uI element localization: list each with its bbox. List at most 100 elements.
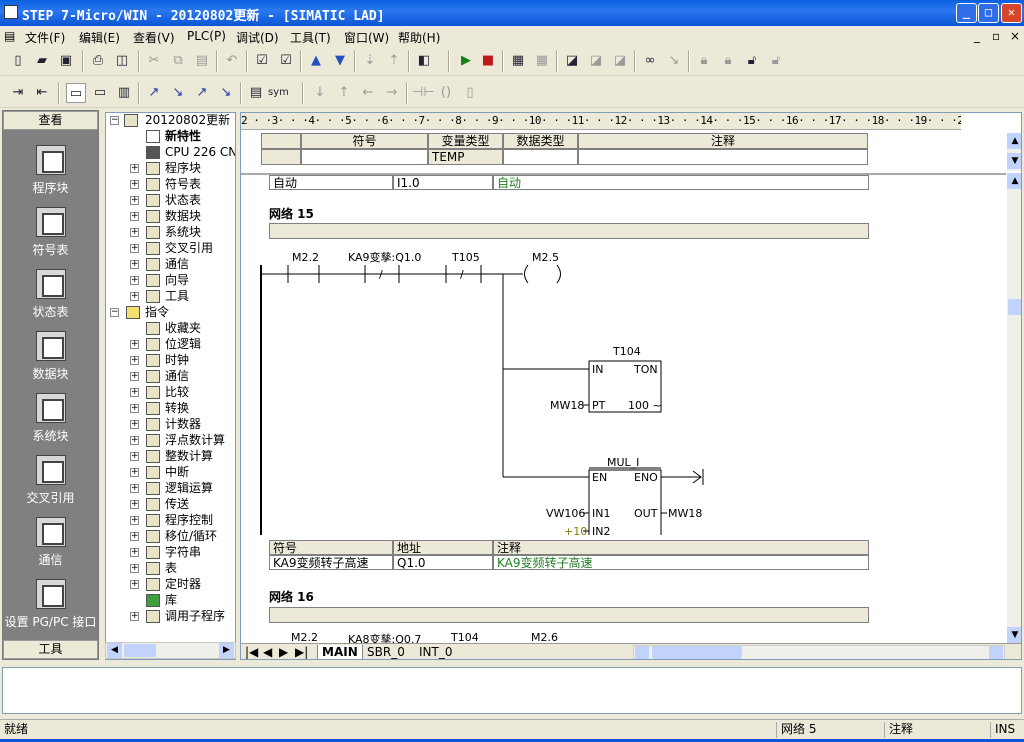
run-icon[interactable]: ▶ (456, 51, 476, 71)
network-15-title[interactable]: 网络 15 (269, 205, 314, 222)
scroll-right-icon[interactable]: ▶ (219, 643, 234, 658)
delete-network-icon[interactable]: ⇤ (32, 83, 52, 103)
nav-system-block[interactable]: 系统块 (3, 393, 98, 455)
symbol-table-icon[interactable]: ▤ (246, 83, 266, 103)
new-icon[interactable]: ▯ (8, 51, 28, 71)
right-line-icon[interactable]: ↘ (216, 83, 236, 103)
stop-icon[interactable]: ■ (478, 51, 498, 71)
pou-comment-icon[interactable]: ▭ (66, 83, 86, 103)
app-icon[interactable] (4, 5, 18, 19)
nav-footer-tools[interactable]: 工具 (3, 640, 98, 659)
minimize-button[interactable]: _ (956, 3, 977, 23)
close-button[interactable]: ✕ (1001, 3, 1022, 23)
box-icon[interactable]: ▯ (460, 83, 480, 103)
chart-status-icon[interactable]: ◪ (562, 51, 582, 71)
options-icon[interactable]: ◧ (414, 51, 434, 71)
scroll-left-icon[interactable]: ◀ (107, 643, 122, 658)
scroll-up-icon[interactable]: ▲ (1007, 173, 1021, 189)
nav-data-block[interactable]: 数据块 (3, 331, 98, 393)
nav-program-block[interactable]: 程序块 (3, 145, 98, 207)
menu-file[interactable]: 文件(F) (25, 29, 65, 46)
print-icon[interactable]: ⎙ (88, 51, 108, 71)
var-cell-comment[interactable] (578, 149, 868, 165)
prev-tab-icon[interactable]: ◀ (259, 645, 276, 659)
mul-in2-operand[interactable]: +10 (564, 525, 587, 535)
scroll-thumb[interactable] (124, 644, 156, 657)
mul-out-operand[interactable]: MW18 (668, 507, 702, 520)
open-icon[interactable]: ▰ (32, 51, 52, 71)
mdi-close-button[interactable]: × (1010, 29, 1020, 43)
var-col-comment[interactable]: 注释 (578, 133, 868, 149)
line-down-icon[interactable]: ↓ (310, 83, 330, 103)
sym-icon[interactable]: sym (268, 83, 289, 103)
nav-communication[interactable]: 通信 (3, 517, 98, 579)
var-table-scrollbar[interactable]: ▲ ▼ (1007, 133, 1021, 171)
nav-set-pgpc-interface[interactable]: 设置 PG/PC 接口 (3, 579, 98, 641)
scroll-down-icon[interactable]: ▼ (1007, 153, 1021, 169)
mdi-minimize-button[interactable]: _ (974, 29, 980, 43)
nav-symbol-table[interactable]: 符号表 (3, 207, 98, 269)
left-line-icon[interactable]: ↗ (192, 83, 212, 103)
editor-horizontal-scrollbar[interactable] (633, 645, 1005, 659)
network-16-comment[interactable] (269, 607, 869, 623)
var-cell-symbol[interactable] (301, 149, 428, 165)
coil-icon[interactable]: () (436, 83, 456, 103)
copy-icon[interactable]: ⧉ (168, 51, 188, 71)
network-16-title[interactable]: 网络 16 (269, 588, 314, 605)
up-line-icon[interactable]: ↘ (168, 83, 188, 103)
tree-horizontal-scrollbar[interactable]: ◀ ▶ (105, 642, 236, 659)
mul-in1-operand[interactable]: VW106 (546, 507, 585, 520)
compile-all-icon[interactable]: ☑ (276, 51, 296, 71)
maximize-button[interactable]: □ (978, 3, 999, 23)
paste-icon[interactable]: ▤ (192, 51, 212, 71)
menu-plc[interactable]: PLC(P) (187, 29, 226, 43)
sort-desc-icon[interactable]: ⇡ (384, 51, 404, 71)
unlock-all-icon[interactable]: 🔓︎ (766, 51, 786, 71)
scroll-down-icon[interactable]: ▼ (1007, 627, 1021, 643)
menu-help[interactable]: 帮助(H) (398, 29, 440, 46)
network-15-comment[interactable] (269, 223, 869, 239)
unlock-icon[interactable]: 🔓︎ (742, 51, 762, 71)
contact-icon[interactable]: ⊣⊢ (412, 83, 435, 103)
chart-pause-icon[interactable]: ◪ (586, 51, 606, 71)
last-tab-icon[interactable]: ▶| (291, 645, 312, 659)
single-read-icon[interactable]: ◪ (610, 51, 630, 71)
glasses-icon[interactable]: ∞ (640, 51, 660, 71)
compile-icon[interactable]: ☑ (252, 51, 272, 71)
upload-icon[interactable]: ▲ (306, 51, 326, 71)
print-preview-icon[interactable]: ◫ (112, 51, 132, 71)
var-col-type[interactable]: 变量类型 (428, 133, 503, 149)
scroll-thumb[interactable] (1008, 299, 1021, 315)
scroll-thumb[interactable] (652, 646, 742, 659)
line-up-icon[interactable]: ↑ (334, 83, 354, 103)
program-status-icon[interactable]: ▦ (508, 51, 528, 71)
next-tab-icon[interactable]: ▶ (275, 645, 292, 659)
editor-vertical-scrollbar[interactable]: ▲ ▼ (1007, 173, 1021, 643)
scroll-up-icon[interactable]: ▲ (1007, 133, 1021, 149)
var-col-symbol[interactable]: 符号 (301, 133, 428, 149)
lock2-icon[interactable]: 🔒︎ (718, 51, 738, 71)
menu-tools[interactable]: 工具(T) (290, 29, 331, 46)
save-all-icon[interactable]: ▣ (56, 51, 76, 71)
tab-int0[interactable]: INT_0 (415, 645, 456, 659)
network-comment-icon[interactable]: ▭ (90, 83, 110, 103)
tab-main[interactable]: MAIN (317, 645, 363, 659)
menu-edit[interactable]: 编辑(E) (79, 29, 120, 46)
tab-sbr0[interactable]: SBR_0 (363, 645, 409, 659)
var-col-datatype[interactable]: 数据类型 (503, 133, 578, 149)
download-icon[interactable]: ▼ (330, 51, 350, 71)
doc-icon[interactable]: ▤ (4, 29, 15, 43)
output-window[interactable] (2, 667, 1022, 714)
sort-asc-icon[interactable]: ⇣ (360, 51, 380, 71)
trend-icon[interactable]: ↘ (664, 51, 684, 71)
nav-cross-reference[interactable]: 交叉引用 (3, 455, 98, 517)
status-pause-icon[interactable]: ▦ (532, 51, 552, 71)
insert-network-icon[interactable]: ⇥ (8, 83, 28, 103)
coil-m25[interactable] (524, 264, 529, 284)
line-left-icon[interactable]: ← (358, 83, 378, 103)
cut-icon[interactable]: ✂ (144, 51, 164, 71)
nav-header[interactable]: 查看 (3, 111, 98, 130)
scroll-right-icon[interactable] (989, 646, 1003, 659)
var-cell-datatype[interactable] (503, 149, 578, 165)
undo-icon[interactable]: ↶ (222, 51, 242, 71)
